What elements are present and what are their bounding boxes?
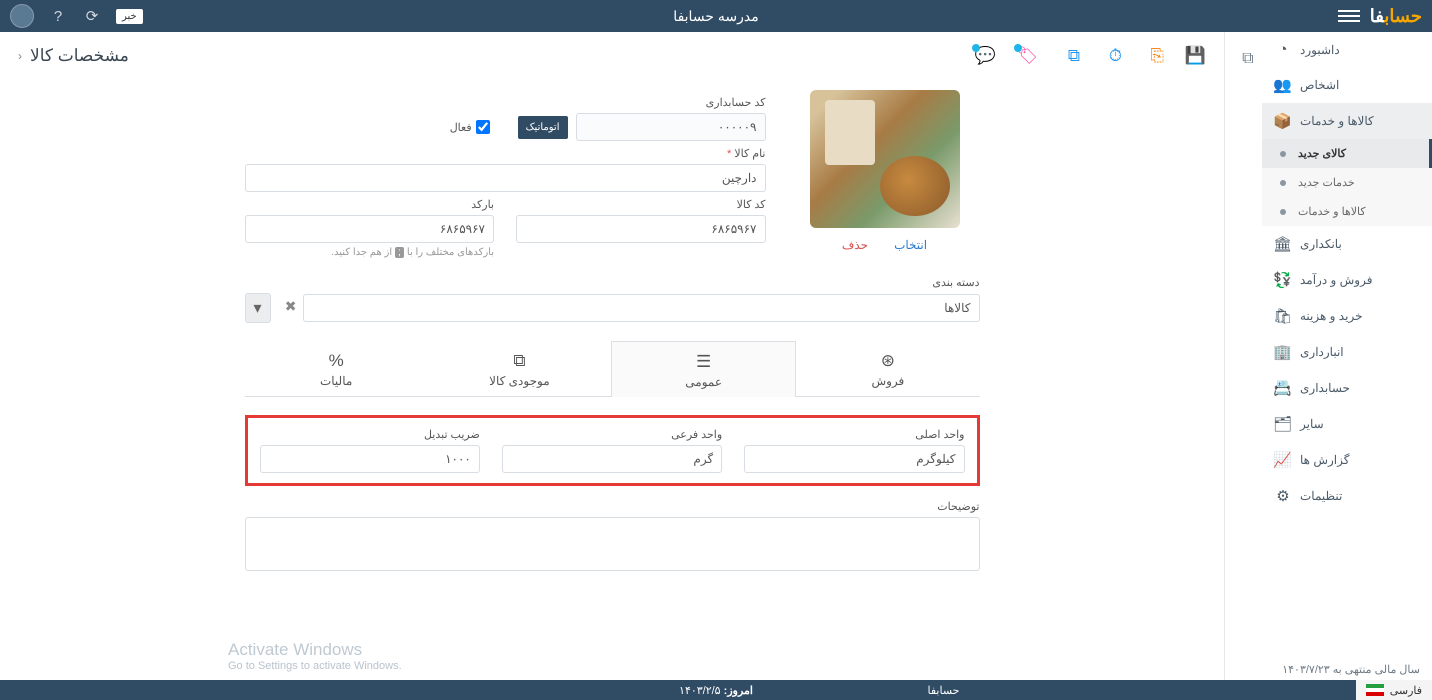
barcode-label: بارکد [245,198,495,211]
tab-inventory[interactable]: ⧉موجودی کالا [428,341,611,396]
tab-tax[interactable]: %مالیات [245,341,428,396]
accounting-code-input[interactable] [576,113,766,141]
tabs: ⊛فروش ☰عمومی ⧉موجودی کالا %مالیات [245,341,980,397]
factor-label: ضریب تبدیل [260,428,480,441]
sidebar-item-other[interactable]: سایر🗂 [1262,406,1432,442]
dashboard-icon: ◔ [1274,41,1292,58]
category-clear-icon[interactable]: ✖ [277,298,297,318]
tab-general[interactable]: ☰عمومی [611,341,796,397]
actionbar: 💾 ⎘ ⏱ ⧉ 🏷 💬 مشخصات کالا ‹ [0,32,1224,80]
news-button[interactable]: خبر [116,9,143,24]
sub-unit-label: واحد فرعی [502,428,722,441]
product-code-label: کد کالا [516,198,766,211]
main-unit-input[interactable] [744,445,964,473]
factor-input[interactable] [260,445,480,473]
sidebar-products-submenu: کالای جدید خدمات جدید کالاها و خدمات [1262,139,1432,226]
sidebar-item-products[interactable]: کالاها و خدمات📦 [1262,103,1432,139]
sidebar-sub-new-product[interactable]: کالای جدید [1262,139,1432,168]
sidebar-item-warehouse[interactable]: انبارداری🏢 [1262,334,1432,370]
image-delete-link[interactable]: حذف [842,238,868,252]
dollar-icon: ⊛ [881,351,895,371]
barcode-input[interactable] [245,215,495,243]
chart-icon: 📈 [1274,451,1292,469]
logo: حسابفا [1370,6,1422,27]
sidebar-item-accounting[interactable]: حسابداری📇 [1262,370,1432,406]
product-code-input[interactable] [516,215,766,243]
sidebar-item-people[interactable]: اشخاص👥 [1262,67,1432,103]
sidebar: داشبورد◔ اشخاص👥 کالاها و خدمات📦 کالای جد… [1262,32,1432,680]
footer-brand: حسابفا [928,684,960,697]
category-label: دسته بندی [245,276,980,289]
chat-icon[interactable]: 💬 [976,46,996,66]
name-label: نام کالا * [245,147,766,160]
image-select-link[interactable]: انتخاب [894,238,927,252]
barcode-hint: بارکدهای مختلف را با;از هم جدا کنید. [245,247,495,258]
windows-watermark: Activate Windows Go to Settings to activ… [228,640,402,672]
bullet-icon [1280,151,1286,157]
accounting-code-label: کد حسابداری [245,96,766,109]
copy-icon[interactable]: ⧉ [1060,46,1080,66]
sidebar-item-purchase[interactable]: خرید و هزینه🛍 [1262,298,1432,334]
app-title: مدرسه حسابفا [673,8,758,25]
sidebar-item-dashboard[interactable]: داشبورد◔ [1262,32,1432,67]
language-selector[interactable]: فارسی [1356,680,1432,700]
sidebar-item-banking[interactable]: بانکداری🏛 [1262,226,1432,262]
inventory-icon: ⧉ [513,351,525,371]
units-highlight-box: واحد اصلی واحد فرعی ضریب تبدیل [245,415,980,486]
cart-icon: 🛍 [1274,307,1292,325]
rail-copy-icon[interactable]: ⧉ [1234,50,1254,70]
main-unit-label: واحد اصلی [744,428,964,441]
help-icon[interactable]: ? [48,6,68,26]
footer: حسابفا امروز: ۱۴۰۳/۲/۵ فارسی [0,680,1432,700]
flag-icon [1366,684,1384,696]
fiscal-year-text: سال مالی منتهی به ۱۴۰۳/۷/۲۳ [1282,663,1420,676]
warehouse-icon: 🏢 [1274,343,1292,361]
sub-unit-input[interactable] [502,445,722,473]
percent-icon: % [329,351,344,371]
sidebar-item-settings[interactable]: تنظیمات⚙ [1262,478,1432,514]
page-title: مشخصات کالا ‹ [18,46,129,66]
ledger-icon: 📇 [1274,379,1292,397]
other-icon: 🗂 [1274,415,1292,433]
collapsed-rail: ⧉ [1224,32,1262,680]
sidebar-item-sales[interactable]: فروش و درآمد💱 [1262,262,1432,298]
footer-today: امروز: ۱۴۰۳/۲/۵ [679,684,753,697]
box-icon: 📦 [1274,112,1292,130]
product-image [810,90,960,228]
sliders-icon: ⚙ [1274,487,1292,505]
auto-code-button[interactable]: اتوماتیک [518,116,568,139]
active-checkbox[interactable]: فعال [450,120,490,134]
history-icon[interactable]: ⏱ [1102,46,1122,66]
menu-toggle[interactable] [1338,5,1360,27]
bullet-icon [1280,180,1286,186]
description-label: توضیحات [245,500,980,513]
save-icon[interactable]: 💾 [1186,46,1206,66]
new-icon[interactable]: ⎘ [1144,46,1164,66]
main-form: انتخاب حذف کد حسابداری اتوماتیک فعال نام… [0,80,1224,680]
name-input[interactable] [245,164,766,192]
sidebar-item-reports[interactable]: گزارش ها📈 [1262,442,1432,478]
bank-icon: 🏛 [1274,235,1292,253]
chevron-left-icon: ‹ [18,49,22,63]
refresh-icon[interactable]: ⟳ [82,6,102,26]
category-dropdown-button[interactable]: ▾ [245,293,271,323]
topbar: حسابفا مدرسه حسابفا خبر ⟳ ? [0,0,1432,32]
tab-sales[interactable]: ⊛فروش [796,341,979,396]
avatar[interactable] [10,4,34,28]
sales-icon: 💱 [1274,271,1292,289]
tag-icon[interactable]: 🏷 [1018,46,1038,66]
sidebar-sub-new-service[interactable]: خدمات جدید [1262,168,1432,197]
bullet-icon [1280,209,1286,215]
people-icon: 👥 [1274,76,1292,94]
category-input[interactable] [303,294,980,322]
list-icon: ☰ [696,352,711,372]
sidebar-sub-products-list[interactable]: کالاها و خدمات [1262,197,1432,226]
description-textarea[interactable] [245,517,980,571]
